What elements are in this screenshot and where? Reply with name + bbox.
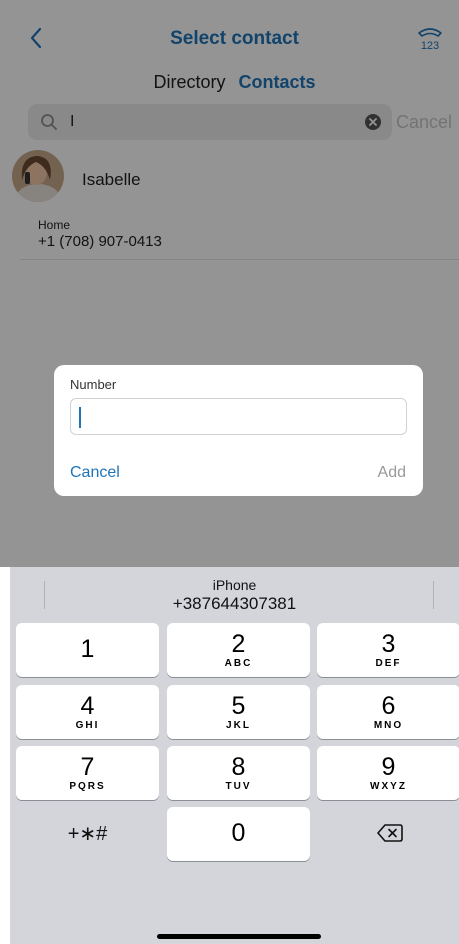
- key-0[interactable]: 0: [167, 807, 310, 861]
- key-8[interactable]: 8 TUV: [167, 746, 310, 800]
- key-9[interactable]: 9 WXYZ: [317, 746, 459, 800]
- dialog-cancel-button[interactable]: Cancel: [70, 464, 120, 482]
- key-2[interactable]: 2 ABC: [167, 623, 310, 677]
- number-field-label: Number: [70, 377, 117, 392]
- key-3[interactable]: 3 DEF: [317, 623, 459, 677]
- key-7[interactable]: 7 PQRS: [16, 746, 159, 800]
- key-5[interactable]: 5 JKL: [167, 685, 310, 739]
- key-6[interactable]: 6 MNO: [317, 685, 459, 739]
- key-4[interactable]: 4 GHI: [16, 685, 159, 739]
- key-symbols[interactable]: +∗#: [16, 807, 159, 861]
- backspace-icon: [377, 824, 403, 842]
- suggestion-label[interactable]: iPhone: [10, 577, 459, 593]
- number-input[interactable]: [70, 398, 407, 435]
- home-indicator[interactable]: [157, 934, 321, 939]
- key-1[interactable]: 1: [16, 623, 159, 677]
- key-backspace[interactable]: [317, 807, 459, 861]
- numeric-keyboard: iPhone +387644307381 1 2 ABC 3 DEF 4 GHI…: [10, 567, 459, 944]
- text-caret: [79, 407, 81, 428]
- number-dialog: Number Cancel Add: [54, 365, 423, 496]
- dialog-add-button[interactable]: Add: [378, 464, 406, 482]
- suggestion-number[interactable]: +387644307381: [10, 594, 459, 614]
